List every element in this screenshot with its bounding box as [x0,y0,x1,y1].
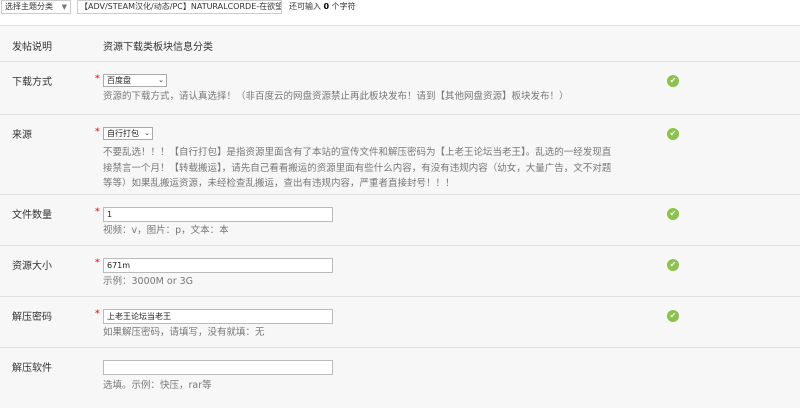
required-mark: * [95,74,100,84]
check-icon: ✔ [667,259,679,271]
check-icon: ✔ [667,208,679,220]
field-label: 来源 [12,130,32,141]
check-icon: ✔ [667,75,679,87]
download-method-select[interactable]: 百度盘 ⌄ [103,74,167,87]
hint-suffix: 个字符 [331,2,356,11]
download-method-value: 百度盘 [107,76,131,85]
topbar: 选择主题分类 ▼ 【ADV/STEAM汉化/动态/PC】NATURALCORDE… [0,0,800,16]
title-input[interactable]: 【ADV/STEAM汉化/动态/PC】NATURALCORDE-在欲望的 [77,0,282,14]
form-header-left: 发帖说明 [12,42,52,53]
field-unzip-software: 解压软件 选填。示例：快压，rar等 [0,347,800,409]
unzip-password-input[interactable]: 上老王论坛当老王 [103,309,333,324]
hint-count: 0 [323,2,330,11]
form-header-right: 资源下载类板块信息分类 [103,42,213,53]
check-icon: ✔ [667,310,679,322]
field-label: 文件数量 [12,210,52,221]
field-description: 不要乱选！！！【自行打包】是指资源里面含有了本站的宣传文件和解压密码为【上老王论… [103,145,663,192]
info-form-panel: 发帖说明 资源下载类板块信息分类 下载方式 * 百度盘 ⌄ 资源的下载方式，请认… [0,25,800,408]
field-source: 来源 * 自行打包 ⌄ 不要乱选！！！【自行打包】是指资源里面含有了本站的宣传文… [0,114,800,195]
chevron-down-icon: ⌄ [158,76,164,84]
chevron-down-icon: ⌄ [144,129,150,137]
field-file-count: 文件数量 * 1 视频：v，图片：p，文本：本 ✔ [0,194,800,246]
field-label: 解压密码 [12,312,52,323]
required-mark: * [95,127,100,137]
field-description: 如果解压密码，请填写，没有就填：无 [103,327,265,338]
category-select[interactable]: 选择主题分类 ▼ [1,0,71,14]
field-label: 下载方式 [12,77,52,88]
field-unzip-password: 解压密码 * 上老王论坛当老王 如果解压密码，请填写，没有就填：无 ✔ [0,296,800,348]
field-label: 解压软件 [12,363,52,374]
source-select[interactable]: 自行打包 ⌄ [103,127,153,140]
form-header: 发帖说明 资源下载类板块信息分类 [0,26,800,61]
field-label: 资源大小 [12,261,52,272]
chevron-down-icon: ▼ [61,3,67,11]
field-resource-size: 资源大小 * 671m 示例：3000M or 3G ✔ [0,245,800,297]
field-description: 选填。示例：快压，rar等 [103,380,212,391]
resource-size-input[interactable]: 671m [103,258,333,273]
field-description: 视频：v，图片：p，文本：本 [103,225,229,236]
required-mark: * [95,309,100,319]
description-line: 等等）如果乱搬运资源，未经检查乱搬运，查出有违规内容，严重者直接封号！！！ [103,178,455,189]
hint-prefix: 还可输入 [289,2,321,11]
field-description: 示例：3000M or 3G [103,276,194,287]
char-count-hint: 还可输入 0 个字符 [289,1,356,13]
source-value: 自行打包 [107,129,139,138]
description-line: 接禁言一个月！【转载搬运】，请先自己看看搬运的资源里面有些什么内容，有没有违规内… [103,162,612,174]
field-description: 资源的下载方式，请认真选择！（非百度云的网盘资源禁止再此板块发布！请到【其他网盘… [103,91,569,102]
description-line: 不要乱选！！！【自行打包】是指资源里面含有了本站的宣传文件和解压密码为【上老王论… [103,147,612,158]
required-mark: * [95,207,100,217]
file-count-input[interactable]: 1 [103,207,333,222]
required-mark: * [95,258,100,268]
unzip-software-input[interactable] [103,360,333,375]
field-download-method: 下载方式 * 百度盘 ⌄ 资源的下载方式，请认真选择！（非百度云的网盘资源禁止再… [0,61,800,115]
check-icon: ✔ [667,128,679,140]
category-select-label: 选择主题分类 [5,2,53,11]
